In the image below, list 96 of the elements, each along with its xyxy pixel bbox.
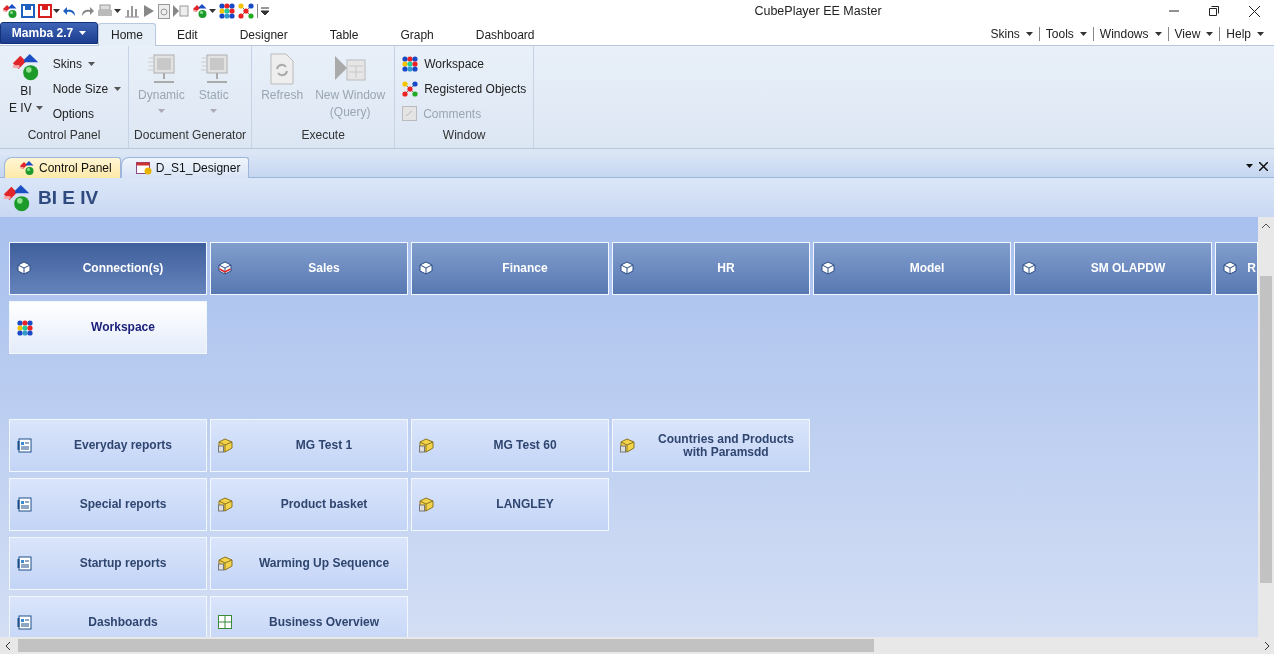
caret-icon xyxy=(1154,32,1162,36)
group-label: Execute xyxy=(300,128,346,144)
customize-dropdown-icon[interactable] xyxy=(261,7,269,15)
ribbon-tab[interactable]: Graph xyxy=(379,23,455,46)
package-icon xyxy=(620,438,636,453)
cube-icon xyxy=(1223,261,1237,275)
calendar-icon xyxy=(135,161,152,175)
scrollbar-thumb[interactable] xyxy=(1260,276,1272,583)
caret-icon xyxy=(79,31,87,35)
cube-icon xyxy=(1022,261,1036,275)
horizontal-scrollbar[interactable] xyxy=(0,637,1274,654)
navigation-tile[interactable]: Connection(s) xyxy=(9,242,207,295)
cube-icon xyxy=(821,261,835,275)
ribbon-tab[interactable]: Edit xyxy=(156,23,219,46)
close-icon[interactable] xyxy=(1248,5,1260,17)
refresh-document-icon xyxy=(268,52,297,86)
menu-item[interactable]: Tools xyxy=(1039,27,1093,41)
ribbon-button[interactable]: Skins xyxy=(50,53,124,74)
note-icon xyxy=(402,106,418,121)
refresh-document-icon[interactable] xyxy=(158,3,170,19)
logo-icon xyxy=(2,182,32,213)
ribbon-button[interactable]: Options xyxy=(50,103,124,124)
ribbon-tab[interactable]: Home xyxy=(98,23,156,46)
navigation-tile[interactable]: Product basket xyxy=(210,478,408,531)
document-icon xyxy=(17,556,32,571)
save-icon[interactable] xyxy=(21,4,35,18)
logo-icon xyxy=(192,3,208,19)
document-icon xyxy=(17,497,32,512)
scrollbar-thumb[interactable] xyxy=(18,639,874,652)
ribbon-tab[interactable]: Table xyxy=(308,23,380,46)
package-icon xyxy=(218,438,234,453)
package-icon xyxy=(218,497,234,512)
document-icon xyxy=(17,615,32,630)
navigation-tile[interactable]: Everyday reports xyxy=(9,419,207,472)
navigation-tile[interactable]: Countries and Products with Paramsdd xyxy=(612,419,810,472)
navigation-tile[interactable]: Warming Up Sequence xyxy=(210,537,408,590)
grid-icon xyxy=(218,615,232,629)
navigation-tile[interactable]: Dashboards xyxy=(9,596,207,637)
restore-icon[interactable] xyxy=(1209,6,1219,16)
navigation-tile[interactable]: MG Test 60 xyxy=(411,419,609,472)
dots-grid-icon xyxy=(17,320,33,336)
dots-grid-icon xyxy=(219,3,235,19)
close-icon[interactable] xyxy=(1259,161,1268,171)
redo-icon[interactable] xyxy=(80,4,94,18)
ribbon-button[interactable]: BI E IV xyxy=(5,50,47,128)
caret-icon xyxy=(1206,32,1214,36)
cube-icon xyxy=(218,261,232,275)
navigation-tile[interactable]: Special reports xyxy=(9,478,207,531)
caret-icon xyxy=(1025,32,1033,36)
logo-icon xyxy=(10,52,41,82)
printer-icon[interactable] xyxy=(97,4,113,18)
menu-item[interactable]: Help xyxy=(1220,27,1270,41)
save-icon[interactable] xyxy=(38,4,52,18)
navigation-tile[interactable]: Workspace xyxy=(9,301,207,354)
ribbon-tab[interactable]: Dashboard xyxy=(454,23,556,46)
document-tab[interactable]: D_S1_Designer xyxy=(120,157,250,178)
cube-icon xyxy=(620,261,634,275)
logo-icon xyxy=(19,160,35,176)
dropdown-icon xyxy=(209,9,216,13)
menu-item[interactable]: Skins xyxy=(984,27,1039,41)
dropdown-icon xyxy=(53,9,60,13)
group-label: Window xyxy=(441,128,487,144)
play-icon[interactable] xyxy=(143,4,155,18)
menu-item[interactable]: Windows xyxy=(1093,27,1168,41)
group-label: Control Panel xyxy=(26,128,102,144)
ribbon-button[interactable]: Workspace xyxy=(400,53,529,74)
bar-chart-icon[interactable] xyxy=(124,4,140,18)
ribbon-button[interactable]: Registered Objects xyxy=(400,78,529,99)
navigation-tile[interactable]: Startup reports xyxy=(9,537,207,590)
molecule-icon xyxy=(238,3,254,19)
package-icon xyxy=(218,556,234,571)
window-title: CubePlayer EE Master xyxy=(753,4,883,18)
caret-icon xyxy=(1257,32,1264,36)
group-label: Document Generator xyxy=(134,128,247,144)
molecule-icon xyxy=(402,80,419,97)
navigation-tile[interactable]: MG Test 1 xyxy=(210,419,408,472)
navigation-tile[interactable]: Business Overview xyxy=(210,596,408,637)
dots-grid-icon xyxy=(402,55,419,72)
vertical-scrollbar[interactable] xyxy=(1258,217,1274,637)
dropdown-icon xyxy=(1246,164,1253,168)
menu-item[interactable]: View xyxy=(1168,27,1220,41)
app-menu-button[interactable]: Mamba 2.7 xyxy=(0,22,98,44)
document-icon xyxy=(17,438,32,453)
package-icon xyxy=(419,438,435,453)
cube-icon xyxy=(17,261,31,275)
play-grid-icon[interactable] xyxy=(173,4,189,18)
cube-icon xyxy=(419,261,433,275)
navigation-tile[interactable]: LANGLEY xyxy=(411,478,609,531)
document-tab[interactable]: Control Panel xyxy=(4,157,121,178)
dropdown-icon xyxy=(114,9,121,13)
ribbon-tab[interactable]: Designer xyxy=(218,23,309,46)
panel-title: BI E IV xyxy=(38,186,99,209)
caret-icon xyxy=(1079,32,1087,36)
logo-icon xyxy=(2,3,18,19)
package-icon xyxy=(419,497,435,512)
ribbon-button[interactable]: Node Size xyxy=(50,78,124,99)
